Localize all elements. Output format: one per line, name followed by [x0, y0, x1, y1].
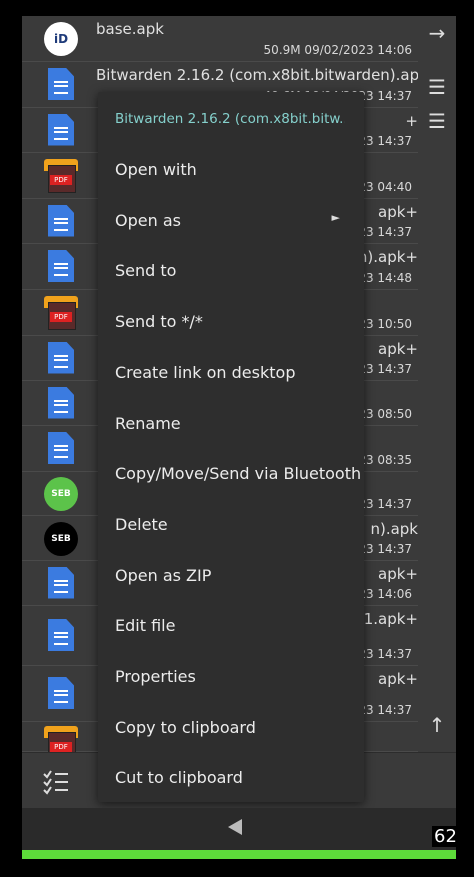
menu-item-label: Send to */* [115, 312, 203, 331]
file-meta: 23 14:37 [358, 703, 412, 717]
menu-item-label: Copy to clipboard [115, 718, 256, 737]
document-icon [44, 566, 78, 601]
menu-item-open-as-zip[interactable]: Open as ZIP [98, 551, 364, 601]
file-name-suffix: apk+ [378, 203, 418, 221]
file-name: Bitwarden 2.16.2 (com.x8bit.bitwarden).a… [96, 66, 418, 84]
menu-item-send-to[interactable]: Send to [98, 246, 364, 296]
file-meta: 23 14:48 [358, 271, 412, 285]
file-name-suffix: n).apk [370, 520, 418, 538]
document-icon [44, 619, 78, 653]
pdf-icon: PDF [44, 159, 78, 193]
menu-item-label: Delete [115, 515, 168, 534]
file-name-suffix: apk+ [378, 340, 418, 358]
document-icon [44, 68, 78, 102]
file-meta: 50.9M 09/02/2023 14:06 [263, 43, 412, 57]
file-name-suffix: apk+ [378, 670, 418, 688]
file-name-suffix: apk+ [378, 565, 418, 583]
menu-lines-icon[interactable]: ☰ [422, 72, 452, 102]
file-meta: 23 14:37 [358, 647, 412, 661]
file-name: base.apk [96, 20, 164, 38]
menu-item-cut-to-clipboard[interactable]: Cut to clipboard [98, 753, 364, 803]
bankid-icon: iD [44, 22, 78, 56]
context-menu: Bitwarden 2.16.2 (com.x8bit.bitw... Open… [98, 92, 364, 802]
file-meta: 23 14:37 [358, 542, 412, 556]
context-menu-title: Bitwarden 2.16.2 (com.x8bit.bitw... [115, 111, 345, 127]
scroll-up-arrow-icon[interactable]: ↑ [422, 710, 452, 740]
back-triangle-icon[interactable] [228, 819, 242, 835]
menu-item-rename[interactable]: Rename [98, 399, 364, 449]
menu-lines-icon-2[interactable]: ☰ [422, 106, 452, 136]
menu-item-label: Edit file [115, 616, 176, 635]
menu-item-label: Properties [115, 667, 196, 686]
right-toolbar: → ☰ ☰ ↑ [418, 16, 456, 752]
seb-black-icon: SEB [44, 521, 78, 556]
menu-item-label: Rename [115, 414, 181, 433]
menu-item-label: Open as ZIP [115, 566, 212, 585]
seb-green-icon: SEB [44, 477, 78, 511]
menu-item-copy-to-clipboard[interactable]: Copy to clipboard [98, 703, 364, 753]
file-meta: 23 08:35 [358, 453, 412, 467]
menu-item-label: Open as [115, 211, 181, 230]
menu-item-send-to[interactable]: Send to */* [98, 297, 364, 347]
file-name-suffix: h).apk+ [357, 248, 418, 266]
checklist-icon[interactable] [42, 769, 70, 795]
menu-item-label: Copy/Move/Send via Bluetooth [115, 464, 362, 483]
file-meta: 23 08:50 [358, 407, 412, 421]
file-meta: 23 10:50 [358, 317, 412, 331]
battery-percent: 62 [432, 826, 459, 847]
menu-item-delete[interactable]: Delete [98, 500, 364, 550]
document-icon [44, 250, 78, 284]
menu-item-label: Cut to clipboard [115, 768, 243, 787]
menu-item-open-with[interactable]: Open with [98, 145, 364, 195]
menu-item-open-as[interactable]: Open as ► [98, 196, 364, 246]
pdf-icon: PDF [44, 726, 78, 752]
document-icon [44, 432, 78, 466]
file-meta: 23 14:37 [358, 362, 412, 376]
file-meta: 23 04:40 [358, 180, 412, 194]
menu-item-copy-move-send-via-bluetooth[interactable]: Copy/Move/Send via Bluetooth [98, 449, 364, 499]
menu-item-label: Open with [115, 160, 197, 179]
document-icon [44, 113, 78, 148]
document-icon [44, 341, 78, 376]
menu-item-label: Create link on desktop [115, 363, 296, 382]
forward-arrow-icon[interactable]: → [422, 18, 452, 48]
submenu-arrow-icon: ► [331, 211, 340, 224]
file-meta: 23 14:06 [358, 587, 412, 601]
menu-item-create-link-on-desktop[interactable]: Create link on desktop [98, 348, 364, 398]
menu-item-label: Send to [115, 261, 177, 280]
document-icon [44, 204, 78, 239]
file-meta: 23 14:37 [358, 225, 412, 239]
file-meta: 23 14:37 [358, 134, 412, 148]
menu-item-properties[interactable]: Properties [98, 652, 364, 702]
menu-item-edit-file[interactable]: Edit file [98, 601, 364, 651]
file-name-suffix: 1.apk+ [363, 610, 418, 628]
file-meta: 23 14:37 [358, 497, 412, 511]
document-icon [44, 386, 78, 421]
navigation-bar [22, 808, 456, 850]
pdf-icon: PDF [44, 296, 78, 330]
battery-bar [22, 850, 456, 859]
document-icon [44, 677, 78, 711]
file-name-suffix: + [405, 112, 418, 130]
file-row[interactable]: iD base.apk 50.9M 09/02/2023 14:06 [22, 16, 418, 62]
